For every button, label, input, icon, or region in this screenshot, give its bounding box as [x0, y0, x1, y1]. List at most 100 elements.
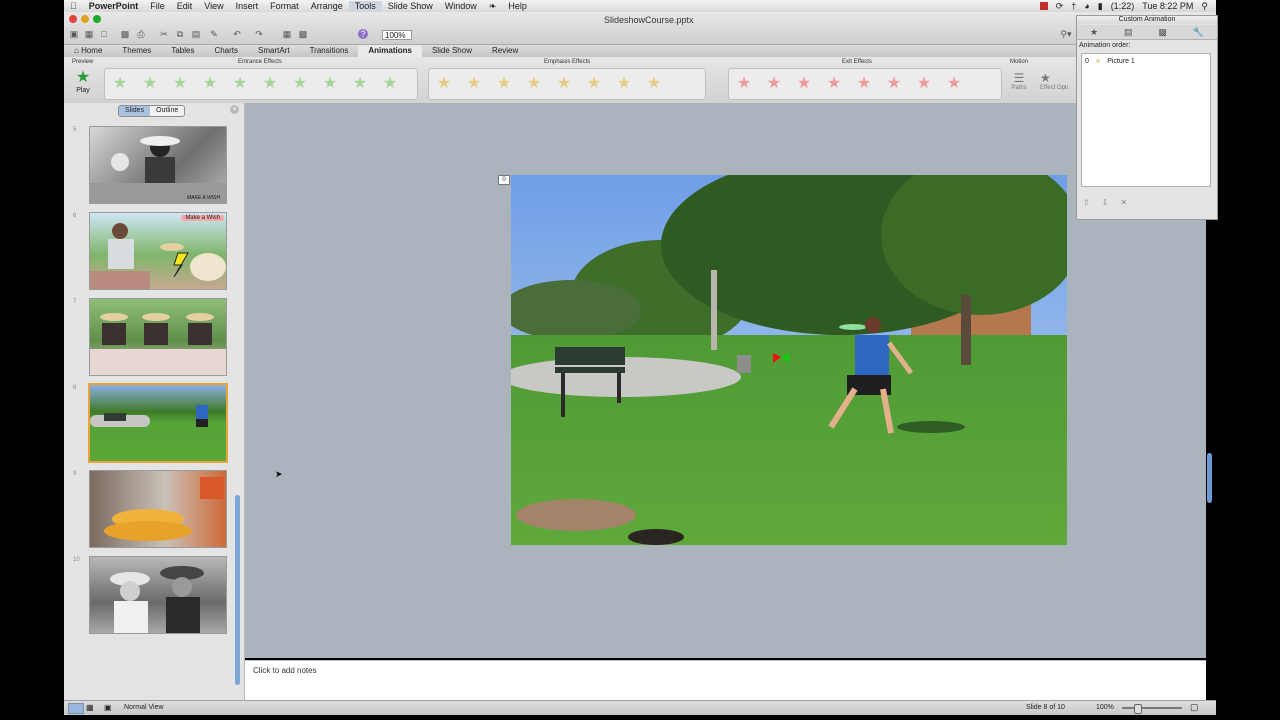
exit-effect-icon[interactable]: ★: [759, 75, 789, 93]
tab-themes[interactable]: Themes: [112, 45, 161, 57]
emphasis-effect-icon[interactable]: ★: [519, 75, 549, 93]
exit-effect-icon[interactable]: ★: [819, 75, 849, 93]
slide-thumbnail-6[interactable]: Make a Wish: [89, 212, 227, 290]
play-button[interactable]: ★ Play: [70, 69, 96, 94]
entrance-effect-icon[interactable]: ★: [285, 75, 315, 93]
entrance-effect-icon[interactable]: ★: [345, 75, 375, 93]
open-icon[interactable]: □: [99, 29, 109, 39]
chart-icon[interactable]: ▩: [1158, 27, 1167, 38]
slide-thumbnail-10[interactable]: [89, 556, 227, 634]
emphasis-effect-icon[interactable]: ★: [549, 75, 579, 93]
menu-edit[interactable]: Edit: [171, 1, 199, 11]
emphasis-effect-icon[interactable]: ★: [609, 75, 639, 93]
tab-slide-show[interactable]: Slide Show: [422, 45, 482, 57]
animation-item[interactable]: 0 ★ Picture 1: [1085, 57, 1135, 66]
move-down-icon[interactable]: ⇩: [1102, 198, 1109, 207]
menu-format[interactable]: Format: [264, 1, 305, 11]
wrench-icon[interactable]: 🔧: [1193, 27, 1204, 38]
slide-thumbnail-9[interactable]: [89, 470, 227, 548]
slides-icon[interactable]: ▤: [1124, 27, 1133, 38]
zoom-field[interactable]: 100%: [382, 30, 412, 40]
spotlight-icon[interactable]: ⚲: [1201, 1, 1208, 12]
tab-animations[interactable]: Animations: [358, 45, 422, 57]
slide-show-button[interactable]: ▣: [104, 703, 112, 712]
bluetooth-icon[interactable]: †: [1071, 1, 1076, 11]
menu-arrange[interactable]: Arrange: [305, 1, 349, 11]
menu-slide-show[interactable]: Slide Show: [382, 1, 439, 11]
paste-icon[interactable]: ▤: [191, 29, 201, 39]
menubar-clock[interactable]: Tue 8:22 PM: [1142, 1, 1193, 11]
paths-button[interactable]: ☰ Paths: [1008, 71, 1030, 91]
minimize-window-button[interactable]: [81, 15, 89, 23]
notes-placeholder[interactable]: Click to add notes: [253, 666, 317, 675]
menu-file[interactable]: File: [144, 1, 171, 11]
navpane-scrollbar[interactable]: [235, 495, 240, 685]
templates-icon[interactable]: ▦: [84, 29, 94, 39]
menu-view[interactable]: View: [198, 1, 229, 11]
entrance-effect-icon[interactable]: ★: [315, 75, 345, 93]
tab-outline[interactable]: Outline: [150, 106, 185, 116]
close-pane-icon[interactable]: ×: [230, 105, 239, 114]
effect-options-button[interactable]: ★ Effect Opti: [1040, 71, 1074, 91]
cut-icon[interactable]: ✂: [159, 29, 169, 39]
tab-tables[interactable]: Tables: [161, 45, 204, 57]
help-icon[interactable]: ?: [358, 29, 368, 39]
animation-order-tag[interactable]: 0: [498, 175, 510, 185]
exit-effects-gallery[interactable]: ★ ★ ★ ★ ★ ★ ★ ★: [728, 68, 1002, 100]
zoom-slider[interactable]: [1122, 704, 1182, 714]
tab-smartart[interactable]: SmartArt: [248, 45, 300, 57]
copy-icon[interactable]: ⧉: [175, 29, 185, 39]
entrance-effect-icon[interactable]: ★: [255, 75, 285, 93]
format-painter-icon[interactable]: ✎: [209, 29, 219, 39]
apple-menu-icon[interactable]: : [64, 1, 83, 11]
normal-view-icon[interactable]: ▦: [282, 29, 292, 39]
fit-window-icon[interactable]: ▢: [1190, 702, 1199, 713]
new-icon[interactable]: ▣: [69, 29, 79, 39]
slide-thumbnail-8[interactable]: [88, 383, 228, 463]
normal-view-button[interactable]: [68, 703, 84, 714]
slide-thumbnail-5[interactable]: MAKE A WISH: [89, 126, 227, 204]
menu-help[interactable]: Help: [502, 1, 533, 11]
emphasis-effect-icon[interactable]: ★: [429, 75, 459, 93]
canvas-scrollbar[interactable]: [1207, 453, 1212, 503]
emphasis-effects-gallery[interactable]: ★ ★ ★ ★ ★ ★ ★ ★: [428, 68, 706, 100]
entrance-effect-icon[interactable]: ★: [135, 75, 165, 93]
slide-sorter-icon[interactable]: ▩: [298, 29, 308, 39]
entrance-effects-gallery[interactable]: ★ ★ ★ ★ ★ ★ ★ ★ ★ ★: [104, 68, 418, 100]
notes-pane[interactable]: Click to add notes: [245, 660, 1206, 701]
close-window-button[interactable]: [69, 15, 77, 23]
exit-effect-icon[interactable]: ★: [729, 75, 759, 93]
emphasis-effect-icon[interactable]: ★: [489, 75, 519, 93]
app-menu[interactable]: PowerPoint: [83, 1, 145, 11]
exit-effect-icon[interactable]: ★: [879, 75, 909, 93]
script-menu-icon[interactable]: ❧: [483, 1, 503, 12]
zoom-slider-thumb[interactable]: [1134, 704, 1142, 714]
tab-transitions[interactable]: Transitions: [300, 45, 359, 57]
print-icon[interactable]: ⎙: [136, 29, 146, 39]
status-red-icon[interactable]: [1039, 2, 1048, 10]
zoom-window-button[interactable]: [93, 15, 101, 23]
slide-photo-park-frisbee[interactable]: [511, 175, 1067, 545]
remove-icon[interactable]: ✕: [1120, 198, 1127, 207]
menu-insert[interactable]: Insert: [230, 1, 265, 11]
emphasis-effect-icon[interactable]: ★: [639, 75, 669, 93]
exit-effect-icon[interactable]: ★: [909, 75, 939, 93]
search-icon[interactable]: ⚲▾: [1058, 29, 1074, 39]
undo-icon[interactable]: ↶: [232, 29, 242, 39]
entrance-effect-icon[interactable]: ★: [375, 75, 405, 93]
slide-thumbnail-7[interactable]: [89, 298, 227, 376]
menu-tools[interactable]: Tools: [348, 1, 382, 11]
slide-sorter-button[interactable]: ▦: [86, 703, 94, 712]
entrance-effect-icon[interactable]: ★: [195, 75, 225, 93]
sync-icon[interactable]: ⟳: [1056, 1, 1064, 12]
entrance-effect-icon[interactable]: ★: [165, 75, 195, 93]
move-up-icon[interactable]: ⇧: [1083, 198, 1090, 207]
animation-order-list[interactable]: 0 ★ Picture 1: [1081, 53, 1211, 187]
emphasis-effect-icon[interactable]: ★: [459, 75, 489, 93]
menu-window[interactable]: Window: [439, 1, 483, 11]
current-slide[interactable]: [511, 175, 1067, 545]
save-icon[interactable]: ▩: [120, 29, 130, 39]
emphasis-effect-icon[interactable]: ★: [579, 75, 609, 93]
tab-charts[interactable]: Charts: [204, 45, 248, 57]
entrance-effect-icon[interactable]: ★: [225, 75, 255, 93]
